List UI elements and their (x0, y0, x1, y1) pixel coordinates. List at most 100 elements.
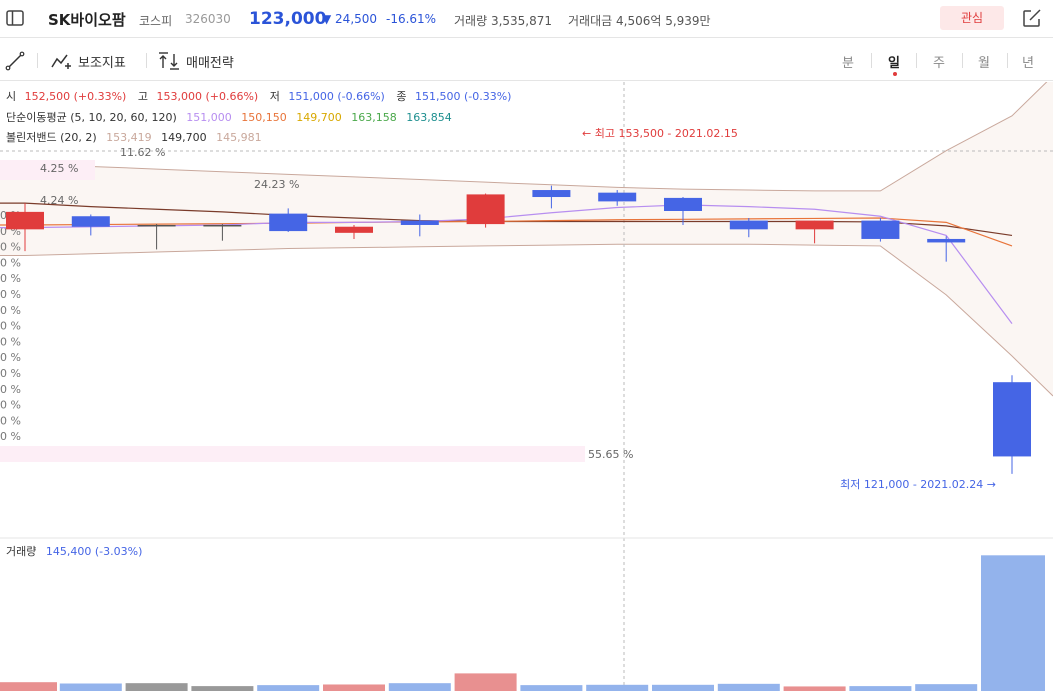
overlay-label: 4.25 % (40, 162, 78, 175)
volume-bar (59, 683, 122, 691)
candle-body (269, 213, 308, 232)
edge-percent-label: 0 % (0, 304, 21, 317)
edge-percent-label: 0 % (0, 351, 21, 364)
edge-percent-label: 0 % (0, 335, 21, 348)
sidebar-toggle-icon[interactable] (5, 8, 25, 28)
edge-percent-label: 0 % (0, 320, 21, 333)
toolbar-divider (916, 53, 917, 68)
candle-body (664, 197, 702, 211)
volume-bar (454, 673, 517, 691)
toolbar-divider (146, 53, 147, 68)
amount-value: 4,506억 5,939만 (616, 14, 711, 28)
price-change-value: 24,500 (335, 12, 378, 26)
stock-code: 326030 (185, 12, 231, 26)
timeframe-month[interactable]: 월 (978, 52, 990, 71)
edge-percent-label: 0 % (0, 383, 21, 396)
volume-label: 거래량 (454, 14, 488, 28)
timeframe-year[interactable]: 년 (1022, 52, 1034, 71)
ma-value-60: 163,158 (351, 111, 397, 124)
volume-bar (191, 686, 254, 691)
open-label: 시 (6, 90, 16, 103)
edge-percent-label: 0 % (0, 288, 21, 301)
candlestick-chart[interactable]: 4.25 % 11.62 % 4.24 % 24.23 % 55.65 % 0 … (0, 82, 1053, 693)
edge-percent-label: 0 % (0, 414, 21, 427)
candle-body (927, 238, 966, 243)
ma-legend-label: 단순이동평균 (5, 10, 20, 60, 120) (6, 111, 177, 124)
volume-legend-label: 거래량 (6, 545, 36, 558)
ma-value-10: 150,150 (241, 111, 287, 124)
edge-percent-label: 0 % (0, 399, 21, 412)
bb-value-mid: 149,700 (161, 131, 207, 144)
volume-bar (323, 684, 385, 691)
change-percent: -16.61% (386, 12, 437, 26)
volume-info: 거래량 3,535,871 (454, 12, 552, 29)
strategy-icon[interactable] (158, 51, 180, 71)
candle-body (6, 211, 44, 230)
candle-body (137, 224, 176, 227)
ma-legend: 단순이동평균 (5, 10, 20, 60, 120) 151,000 150,… (6, 111, 452, 124)
bb-legend-label: 볼린저밴드 (20, 2) (6, 131, 97, 144)
high-annotation: ← 최고 153,500 - 2021.02.15 (582, 127, 738, 140)
overlay-label: 11.62 % (120, 146, 165, 159)
amount-info: 거래대금 4,506억 5,939만 (568, 12, 711, 29)
edge-percent-label: 0 % (0, 241, 21, 254)
volume-bar (586, 684, 649, 691)
toolbar-divider (871, 53, 872, 68)
volume-bar (849, 686, 912, 691)
favorite-button[interactable]: 관심 (940, 6, 1004, 30)
chart-toolbar: 보조지표 매매전략 분 일 주 월 년 (0, 40, 1053, 81)
indicator-button[interactable]: 보조지표 (78, 52, 126, 71)
top-bar: SK바이오팜 코스피 326030 123,000 ▼ 24,500 -16.6… (0, 0, 1053, 38)
volume-bar (520, 685, 583, 691)
edit-icon[interactable] (1020, 6, 1044, 30)
indicator-icon[interactable] (50, 51, 72, 71)
edge-percent-label: 0 % (0, 367, 21, 380)
volume-legend: 거래량 145,400 (-3.03%) (6, 545, 142, 558)
candle-body (729, 220, 768, 230)
volume-bar (125, 683, 188, 691)
overlay-label: 24.23 % (254, 178, 299, 191)
ma-value-20: 149,700 (296, 111, 342, 124)
candle-body (466, 194, 505, 225)
timeframe-day[interactable]: 일 (888, 52, 900, 71)
edge-percent-label: 0 % (0, 272, 21, 285)
strategy-button[interactable]: 매매전략 (186, 52, 234, 71)
open-value: 152,500 (+0.33%) (25, 90, 127, 103)
svg-text:시 152,500 (+0.33%): 시 152,500 (+0.33%) 고 153,000 (+0.66%) 저 … (6, 90, 511, 103)
timeframe-minute[interactable]: 분 (842, 52, 854, 71)
volume-bar (783, 686, 846, 691)
volume-legend-value: 145,400 (-3.03%) (46, 545, 142, 558)
volume-value: 3,535,871 (490, 14, 553, 28)
market-name: 코스피 (139, 14, 173, 28)
close-label: 종 (396, 90, 406, 103)
timeframe-week[interactable]: 주 (933, 52, 945, 71)
price-change: ▼ 24,500 (322, 12, 378, 26)
draw-line-icon[interactable] (5, 51, 25, 71)
svg-text:단순이동평균 (5, 10, 20, 60, 120): 단순이동평균 (5, 10, 20, 60, 120) 151,000 150,… (6, 111, 452, 124)
ma-value-120: 163,854 (406, 111, 452, 124)
bollinger-lower-line (0, 243, 1053, 397)
volume-bar (652, 684, 714, 691)
low-value: 151,000 (-0.66%) (288, 90, 384, 103)
svg-text:거래량 145,400 (-3.03%): 거래량 145,400 (-3.03%) (6, 545, 142, 558)
candle-body (335, 226, 373, 233)
toolbar-divider (962, 53, 963, 68)
overlay-band (0, 446, 585, 462)
volume-bar (388, 683, 451, 691)
candle-body (71, 216, 110, 227)
ohlc-legend: 시 152,500 (+0.33%) 고 153,000 (+0.66%) 저 … (6, 90, 511, 103)
bollinger-band-layer (0, 82, 1053, 397)
volume-bar (0, 682, 57, 691)
candle-body (993, 382, 1031, 457)
amount-label: 거래대금 (568, 14, 613, 28)
low-annotation: 최저 121,000 - 2021.02.24 → (840, 478, 996, 491)
toolbar-divider (37, 53, 38, 68)
candle-body (598, 192, 637, 202)
candle-body (203, 224, 242, 227)
candle-body (795, 220, 834, 230)
close-value: 151,500 (-0.33%) (415, 90, 511, 103)
toolbar-divider (1007, 53, 1008, 68)
bollinger-band-fill (0, 82, 1053, 396)
bb-value-upper: 153,419 (106, 131, 152, 144)
candle-body (400, 220, 439, 225)
